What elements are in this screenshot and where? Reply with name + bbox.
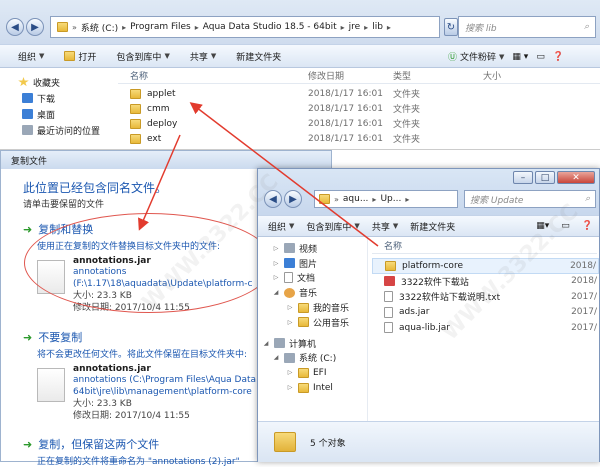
arrow-to-dialog-option	[138, 134, 181, 231]
annotation-arrows	[138, 102, 379, 247]
